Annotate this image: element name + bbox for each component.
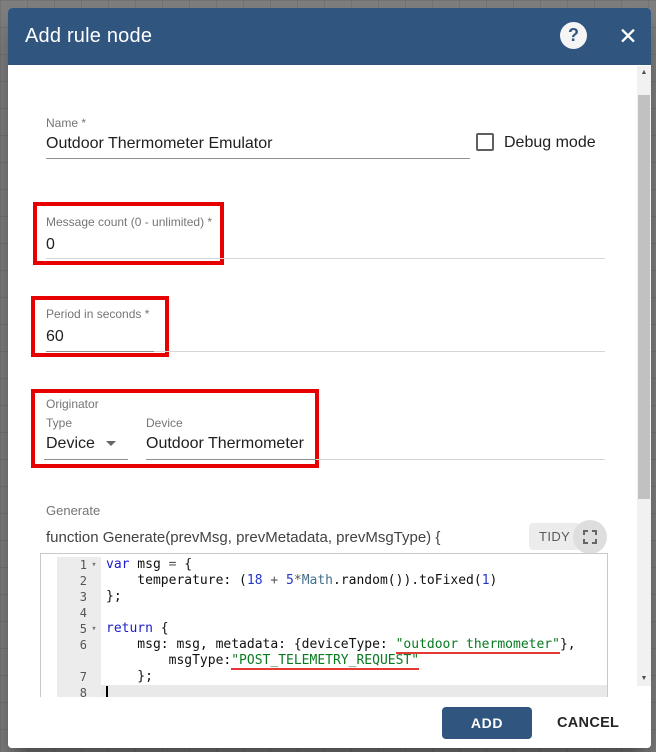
code-line[interactable]: 2 temperature: (18 + 5*Math.random()).to… [41, 573, 607, 589]
fullscreen-glyph [583, 530, 597, 544]
message-count-input[interactable]: 0 [46, 236, 55, 254]
close-glyph: ✕ [618, 23, 638, 49]
code-editor[interactable]: 1 ▾ var msg = {2 temperature: (18 + 5*Math… [40, 553, 608, 698]
originator-group-label: Originator [46, 397, 99, 411]
fold-arrow-icon[interactable]: ▾ [87, 557, 101, 573]
code-line[interactable]: 3}; [41, 589, 607, 605]
line-number-gutter: 2 [57, 573, 101, 589]
debug-mode-checkbox[interactable] [476, 133, 494, 151]
scroll-up-icon[interactable]: ▲ [637, 66, 651, 80]
add-rule-node-dialog: Add rule node ? ✕ Name * Outdoor Thermom… [8, 8, 651, 748]
highlight-box-period [31, 296, 169, 357]
editor-margin [41, 589, 57, 605]
debug-mode-label: Debug mode [504, 134, 596, 151]
period-input[interactable]: 60 [46, 328, 64, 346]
dialog-title: Add rule node [25, 25, 153, 47]
type-underline [44, 459, 128, 460]
dialog-scrollbar[interactable]: ▲ ▼ [637, 66, 651, 686]
line-number-gutter: 7 [57, 669, 101, 685]
help-glyph: ? [568, 25, 579, 45]
highlight-box-message-count [33, 202, 224, 265]
code-line-text: msgType:"POST_TELEMETRY_REQUEST" [106, 653, 420, 670]
code-line-text: }; [106, 589, 122, 604]
code-line-text [101, 605, 607, 621]
fold-arrow-icon[interactable]: ▾ [87, 621, 101, 637]
editor-margin [41, 557, 57, 573]
code-line-text: }; [106, 669, 153, 684]
editor-margin [41, 605, 57, 621]
line-number-gutter: 1 ▾ [57, 557, 101, 573]
code-line-text: temperature: (18 + 5*Math.random()).toFi… [106, 573, 498, 588]
name-input[interactable]: Outdoor Thermometer Emulator [46, 135, 272, 153]
help-icon[interactable]: ? [560, 22, 587, 49]
period-underline [46, 351, 154, 352]
cancel-button[interactable]: CANCEL [545, 707, 631, 739]
code-line[interactable]: 5 ▾ return { [41, 621, 607, 637]
code-line-text: msg: msg, metadata: {deviceType: "outdoo… [106, 637, 576, 654]
close-icon[interactable]: ✕ [614, 22, 642, 50]
message-count-label: Message count (0 - unlimited) * [46, 215, 213, 229]
editor-margin [41, 653, 57, 669]
dialog-footer: ADD CANCEL [8, 697, 651, 748]
code-line[interactable]: msgType:"POST_TELEMETRY_REQUEST" [41, 653, 607, 670]
originator-device-label: Device [146, 416, 183, 430]
editor-margin [41, 669, 57, 685]
message-count-underline [46, 258, 605, 259]
code-lines: 1 ▾ var msg = {2 temperature: (18 + 5*Math… [41, 557, 607, 698]
code-line-text: var msg = { [106, 557, 193, 572]
editor-margin [41, 621, 57, 637]
line-number-gutter: 4 [57, 605, 101, 621]
line-number-gutter: 6 [57, 637, 101, 653]
scrollbar-thumb[interactable] [638, 95, 650, 499]
period-label: Period in seconds * [46, 307, 150, 321]
editor-margin [41, 637, 57, 653]
name-underline [46, 158, 470, 159]
chevron-down-icon[interactable] [106, 441, 116, 446]
scroll-down-icon[interactable]: ▼ [637, 672, 651, 686]
add-button[interactable]: ADD [442, 707, 532, 739]
name-label: Name * [46, 116, 87, 130]
device-underline [146, 459, 316, 460]
code-line[interactable]: 4 [41, 605, 607, 621]
fullscreen-icon[interactable] [573, 520, 607, 554]
originator-type-label: Type [46, 416, 73, 430]
editor-margin [41, 573, 57, 589]
function-signature: function Generate(prevMsg, prevMetadata,… [46, 529, 441, 546]
line-number-gutter: 3 [57, 589, 101, 605]
originator-type-select[interactable]: Device [46, 435, 95, 453]
generate-label: Generate [46, 503, 101, 518]
dialog-header: Add rule node ? ✕ [8, 8, 651, 65]
line-number-gutter [57, 653, 101, 669]
originator-device-input[interactable]: Outdoor Thermometer [146, 435, 304, 453]
code-line[interactable]: 7 }; [41, 669, 607, 685]
code-line-text: return { [106, 621, 169, 636]
code-line[interactable]: 1 ▾ var msg = { [41, 557, 607, 573]
code-line[interactable]: 6 msg: msg, metadata: {deviceType: "outd… [41, 637, 607, 654]
line-number-gutter: 5 ▾ [57, 621, 101, 637]
